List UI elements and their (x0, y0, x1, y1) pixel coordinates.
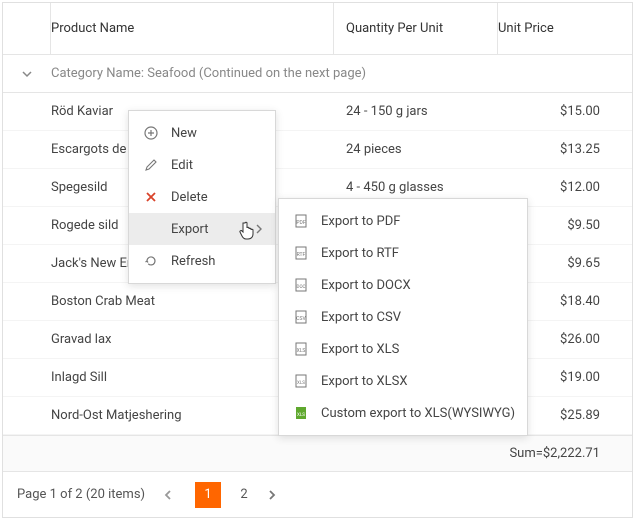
column-header-price[interactable]: Unit Price (498, 3, 632, 54)
submenu-label-pdf: Export to PDF (321, 214, 515, 229)
file-xls-icon: XLS (293, 341, 309, 357)
x-icon (143, 189, 159, 205)
menu-label-export: Export (171, 222, 243, 237)
submenu-item-docx[interactable]: DOC Export to DOCX (279, 269, 527, 301)
submenu-item-xlsx[interactable]: XLS Export to XLSX (279, 365, 527, 397)
table-row[interactable]: Röd Kaviar24 - 150 g jars$15.00 (3, 93, 632, 131)
svg-text:XLS: XLS (297, 380, 305, 386)
table-row[interactable]: Escargots de24 pieces$13.25 (3, 131, 632, 169)
cell-qty: 24 pieces (334, 142, 498, 157)
svg-text:DOC: DOC (297, 284, 306, 290)
group-label: Category Name: Seafood (Continued on the… (51, 66, 366, 81)
menu-label-edit: Edit (171, 158, 263, 173)
export-submenu: PDF Export to PDF RTF Export to RTF DOC … (278, 198, 528, 436)
cell-qty: 4 - 450 g glasses (334, 180, 498, 195)
submenu-label-xls: Export to XLS (321, 342, 515, 357)
chevron-down-icon[interactable] (3, 68, 51, 80)
submenu-label-csv: Export to CSV (321, 310, 515, 325)
group-row[interactable]: Category Name: Seafood (Continued on the… (3, 55, 632, 93)
menu-label-new: New (171, 126, 263, 141)
refresh-icon (143, 253, 159, 269)
file-csv-icon: CSV (293, 309, 309, 325)
pencil-icon (143, 157, 159, 173)
submenu-label-rtf: Export to RTF (321, 246, 515, 261)
sum-label: Sum=$2,222.71 (509, 446, 600, 461)
svg-text:XLS: XLS (297, 348, 306, 354)
submenu-item-pdf[interactable]: PDF Export to PDF (279, 205, 527, 237)
submenu-item-rtf[interactable]: RTF Export to RTF (279, 237, 527, 269)
svg-text:PDF: PDF (296, 220, 305, 226)
expand-column (3, 3, 51, 54)
cell-price: $13.25 (498, 142, 632, 157)
column-header-qty[interactable]: Quantity Per Unit (334, 3, 498, 54)
menu-item-refresh[interactable]: Refresh (129, 245, 275, 277)
menu-label-refresh: Refresh (171, 254, 263, 269)
file-xlsx-icon: XLS (293, 373, 309, 389)
submenu-item-csv[interactable]: CSV Export to CSV (279, 301, 527, 333)
file-rtf-icon: RTF (293, 245, 309, 261)
submenu-label-xlsx: Export to XLSX (321, 374, 515, 389)
pager-page-2[interactable]: 2 (231, 482, 257, 508)
file-docx-icon: DOC (293, 277, 309, 293)
cell-price: $15.00 (498, 104, 632, 119)
column-header-name[interactable]: Product Name (51, 3, 334, 54)
pager: Page 1 of 2 (20 items) 1 2 (3, 471, 632, 517)
submenu-item-xls[interactable]: XLS Export to XLS (279, 333, 527, 365)
plus-circle-icon (143, 125, 159, 141)
pager-prev[interactable] (163, 489, 185, 501)
submenu-label-custom: Custom export to XLS(WYSIWYG) (321, 406, 515, 421)
menu-label-delete: Delete (171, 190, 263, 205)
menu-item-export[interactable]: Export (129, 213, 275, 245)
column-header-row: Product Name Quantity Per Unit Unit Pric… (3, 3, 632, 55)
submenu-label-docx: Export to DOCX (321, 278, 515, 293)
pager-info: Page 1 of 2 (20 items) (17, 487, 145, 502)
file-xls-green-icon: XLS (293, 405, 309, 421)
cell-price: $12.00 (498, 180, 632, 195)
grid-footer: Sum=$2,222.71 (3, 435, 632, 471)
menu-item-delete[interactable]: Delete (129, 181, 275, 213)
svg-text:CSV: CSV (296, 316, 306, 322)
menu-item-new[interactable]: New (129, 117, 275, 149)
blank-icon (143, 221, 159, 237)
file-pdf-icon: PDF (293, 213, 309, 229)
context-menu: New Edit Delete Export Refresh (128, 110, 276, 284)
menu-item-edit[interactable]: Edit (129, 149, 275, 181)
submenu-item-custom[interactable]: XLS Custom export to XLS(WYSIWYG) (279, 397, 527, 429)
svg-text:RTF: RTF (297, 252, 306, 258)
cell-qty: 24 - 150 g jars (334, 104, 498, 119)
pager-page-1[interactable]: 1 (195, 482, 221, 508)
pager-next[interactable] (267, 489, 289, 501)
svg-text:XLS: XLS (297, 412, 305, 418)
chevron-right-icon (255, 224, 263, 234)
